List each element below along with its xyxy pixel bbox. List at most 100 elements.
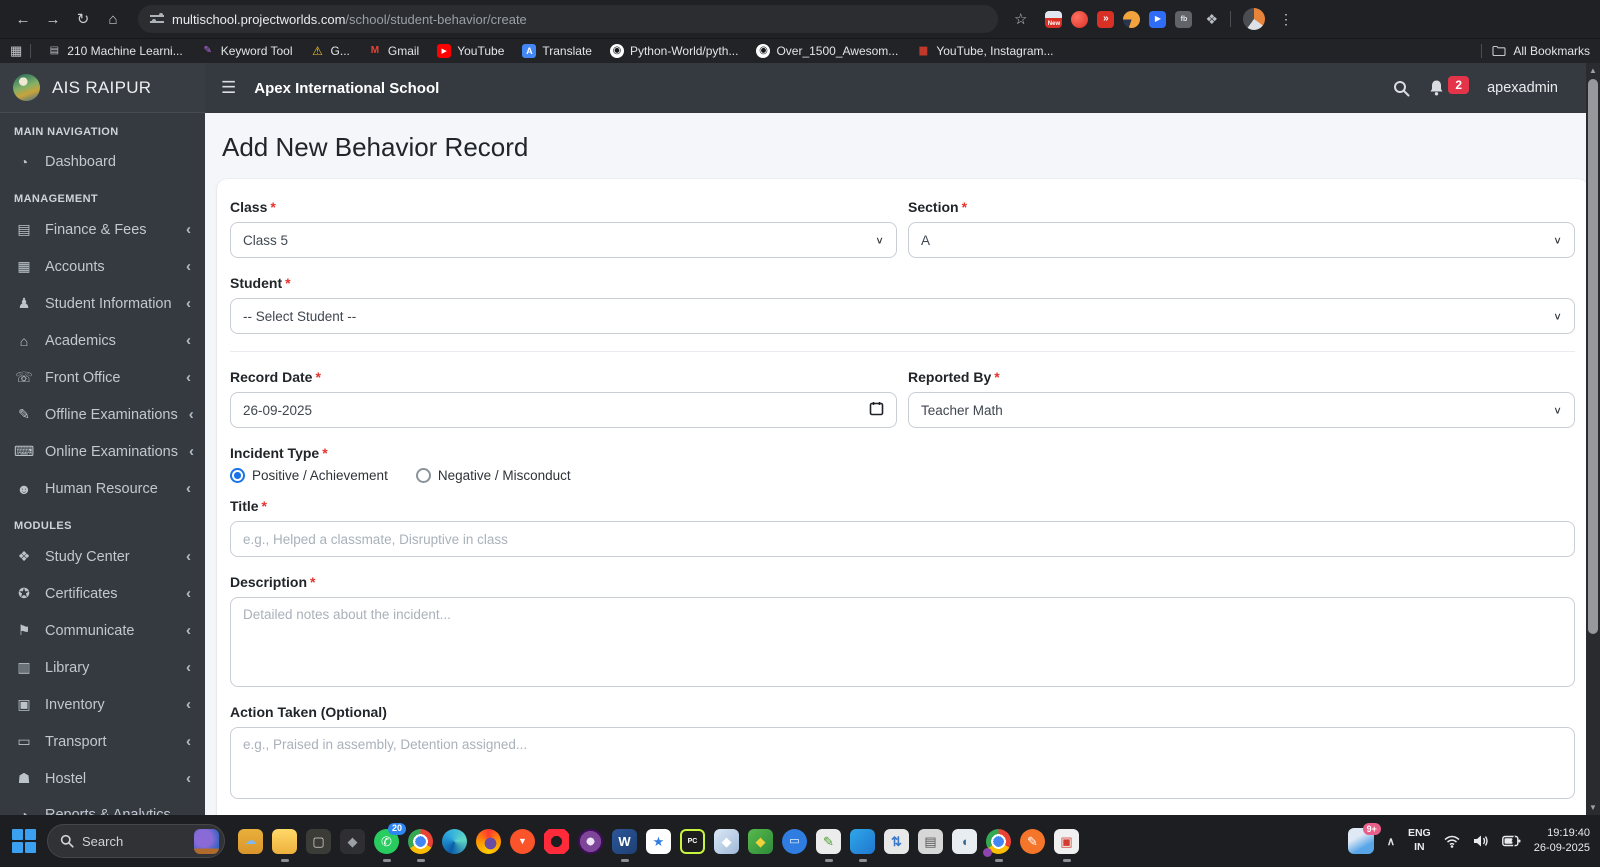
- sidebar-item-library[interactable]: ▥ Library ‹: [0, 649, 205, 686]
- sidebar-item-dashboard[interactable]: ◔ Dashboard: [0, 144, 205, 180]
- radio-option-positive[interactable]: Positive / Achievement: [230, 468, 388, 483]
- description-textarea[interactable]: [230, 597, 1575, 687]
- taskbar-app-opera[interactable]: [544, 828, 569, 854]
- sidebar-item-hostel[interactable]: ☗ Hostel ‹: [0, 760, 205, 797]
- battery-icon[interactable]: [1501, 835, 1521, 847]
- calendar-icon[interactable]: [869, 401, 884, 419]
- taskbar-app-edge[interactable]: [442, 828, 467, 854]
- scroll-down-icon[interactable]: ▼: [1589, 802, 1597, 815]
- taskbar-app-light-cube[interactable]: ◆: [714, 828, 739, 854]
- taskbar-app-winscp[interactable]: ⇅: [884, 828, 909, 854]
- all-bookmarks-button[interactable]: All Bookmarks: [1481, 44, 1590, 58]
- reload-icon[interactable]: ↻: [70, 6, 96, 32]
- bookmark-210-machine-learning[interactable]: ▤ 210 Machine Learni...: [39, 41, 190, 61]
- search-icon[interactable]: [1393, 80, 1410, 97]
- taskbar-app-onedrive-folder[interactable]: ☁: [238, 828, 263, 854]
- search-highlight-image[interactable]: [194, 828, 219, 854]
- forward-icon[interactable]: →: [40, 6, 66, 32]
- taskbar-app-green-cube[interactable]: ◆: [748, 828, 773, 854]
- language-indicator[interactable]: ENG IN: [1408, 827, 1431, 854]
- bookmark-youtube[interactable]: ▶ YouTube: [429, 41, 512, 61]
- bookmark-keyword-tool[interactable]: ✎ Keyword Tool: [193, 41, 301, 61]
- notifications-button[interactable]: 2: [1428, 76, 1470, 97]
- browser-profile-avatar[interactable]: [1243, 8, 1266, 30]
- tray-widget-icon[interactable]: 9+: [1347, 823, 1381, 854]
- sidebar-toggle-icon[interactable]: ☰: [221, 78, 236, 98]
- volume-icon[interactable]: [1473, 834, 1489, 848]
- scroll-up-icon[interactable]: ▲: [1589, 63, 1597, 77]
- sidebar-item-academics[interactable]: ⌂ Academics ‹: [0, 322, 205, 359]
- taskbar-app-chrome[interactable]: [408, 828, 433, 854]
- academics-icon: ⌂: [19, 332, 29, 349]
- taskbar-app-pycharm[interactable]: PC: [680, 828, 705, 854]
- taskbar-app-remote-desktop[interactable]: ▤: [918, 828, 943, 854]
- user-menu[interactable]: apexadmin: [1487, 80, 1558, 96]
- sidebar-brand[interactable]: AIS RAIPUR: [0, 63, 205, 113]
- apps-grid-icon[interactable]: ▦: [10, 43, 22, 59]
- tray-chevron-up-icon[interactable]: ∧: [1387, 835, 1395, 848]
- taskbar-app-red-package[interactable]: ▣: [1054, 828, 1079, 854]
- sidebar-item-study-center[interactable]: ❖ Study Center ‹: [0, 538, 205, 575]
- taskbar-app-word[interactable]: W: [612, 828, 637, 854]
- sidebar-item-certificates[interactable]: ✪ Certificates ‹: [0, 575, 205, 612]
- sidebar-item-online-examinations[interactable]: ⌨ Online Examinations ‹: [0, 433, 205, 470]
- taskbar-app-postgresql[interactable]: ◖: [952, 828, 977, 854]
- sidebar-item-student-information[interactable]: ♟ Student Information ‹: [0, 285, 205, 322]
- taskbar-app-brave[interactable]: ▼: [510, 828, 535, 854]
- taskbar-clock[interactable]: 19:19:40 26-09-2025: [1534, 826, 1590, 856]
- section-select[interactable]: A ∨: [908, 222, 1575, 258]
- bookmark-gmail[interactable]: M Gmail: [360, 41, 427, 61]
- wifi-icon[interactable]: [1444, 835, 1460, 848]
- bookmark-youtube-instagram[interactable]: ▆ YouTube, Instagram...: [908, 41, 1061, 61]
- sidebar-item-inventory[interactable]: ▣ Inventory ‹: [0, 686, 205, 723]
- taskbar-app-vscode[interactable]: [850, 828, 875, 854]
- taskbar-app-photos[interactable]: ▢: [306, 828, 331, 854]
- extension-blue-f[interactable]: ▶: [1149, 10, 1167, 28]
- taskbar-app-star[interactable]: ★: [646, 828, 671, 854]
- start-button[interactable]: [10, 827, 38, 855]
- taskbar-app-file-explorer[interactable]: [272, 828, 297, 854]
- extension-red-forward[interactable]: »: [1097, 10, 1115, 28]
- extensions-puzzle-icon[interactable]: ❖: [1205, 11, 1218, 28]
- sidebar-item-human-resource[interactable]: ☻ Human Resource ‹: [0, 470, 205, 507]
- bookmark-g[interactable]: ⚠ G...: [303, 41, 358, 61]
- sidebar-item-offline-examinations[interactable]: ✎ Offline Examinations ‹: [0, 396, 205, 433]
- sidebar-item-accounts[interactable]: ▦ Accounts ‹: [0, 248, 205, 285]
- class-select[interactable]: Class 5 ∨: [230, 222, 897, 258]
- back-icon[interactable]: ←: [10, 6, 36, 32]
- action-taken-textarea[interactable]: [230, 727, 1575, 799]
- title-input[interactable]: [230, 521, 1575, 557]
- bookmark-translate[interactable]: A Translate: [514, 41, 600, 61]
- taskbar-app-firefox[interactable]: [476, 828, 501, 854]
- site-info-icon[interactable]: [150, 13, 164, 24]
- extension-red-dot[interactable]: [1071, 10, 1089, 28]
- taskbar-app-dark-cube[interactable]: ◆: [340, 828, 365, 854]
- reported-by-select[interactable]: Teacher Math ∨: [908, 392, 1575, 428]
- radio-option-negative[interactable]: Negative / Misconduct: [415, 468, 571, 483]
- scrollbar-thumb[interactable]: [1588, 79, 1598, 634]
- taskbar-app-notepad-plus-plus[interactable]: ✎: [816, 828, 841, 854]
- sidebar-item-communicate[interactable]: ⚑ Communicate ‹: [0, 612, 205, 649]
- sidebar-item-transport[interactable]: ▭ Transport ‹: [0, 723, 205, 760]
- sidebar-item-finance-fees[interactable]: ▤ Finance & Fees ‹: [0, 211, 205, 248]
- extension-orange-swirl[interactable]: [1123, 10, 1141, 28]
- bookmark-star-icon[interactable]: ☆: [1014, 10, 1027, 28]
- page-scrollbar[interactable]: ▲ ▼: [1586, 63, 1600, 815]
- record-date-input[interactable]: 26-09-2025: [230, 392, 897, 428]
- address-bar[interactable]: multischool.projectworlds.com/school/stu…: [138, 5, 998, 33]
- extension-new-badge[interactable]: New: [1045, 10, 1063, 28]
- taskbar-search[interactable]: Search: [47, 824, 225, 858]
- sidebar-item-front-office[interactable]: ☏ Front Office ‹: [0, 359, 205, 396]
- browser-menu-icon[interactable]: ⋮: [1279, 11, 1293, 28]
- taskbar-app-tor-browser[interactable]: [578, 828, 603, 854]
- home-icon[interactable]: ⌂: [100, 6, 126, 32]
- taskbar-app-chrome-dev[interactable]: [983, 828, 1011, 857]
- extension-gray-fb[interactable]: fb: [1175, 10, 1193, 28]
- taskbar-app-blue-monitor[interactable]: ▭: [782, 828, 807, 854]
- student-select[interactable]: -- Select Student -- ∨: [230, 298, 1575, 334]
- sidebar-item-reports-analytics[interactable]: ◕ Reports & Analytics: [0, 797, 205, 815]
- bookmark-python-world[interactable]: ◉ Python-World/pyth...: [602, 41, 747, 61]
- bookmark-over-1500-awesome[interactable]: ◉ Over_1500_Awesom...: [748, 41, 906, 61]
- taskbar-app-whatsapp[interactable]: ✆ 20: [374, 822, 406, 854]
- taskbar-app-orange-pen[interactable]: ✎: [1020, 828, 1045, 854]
